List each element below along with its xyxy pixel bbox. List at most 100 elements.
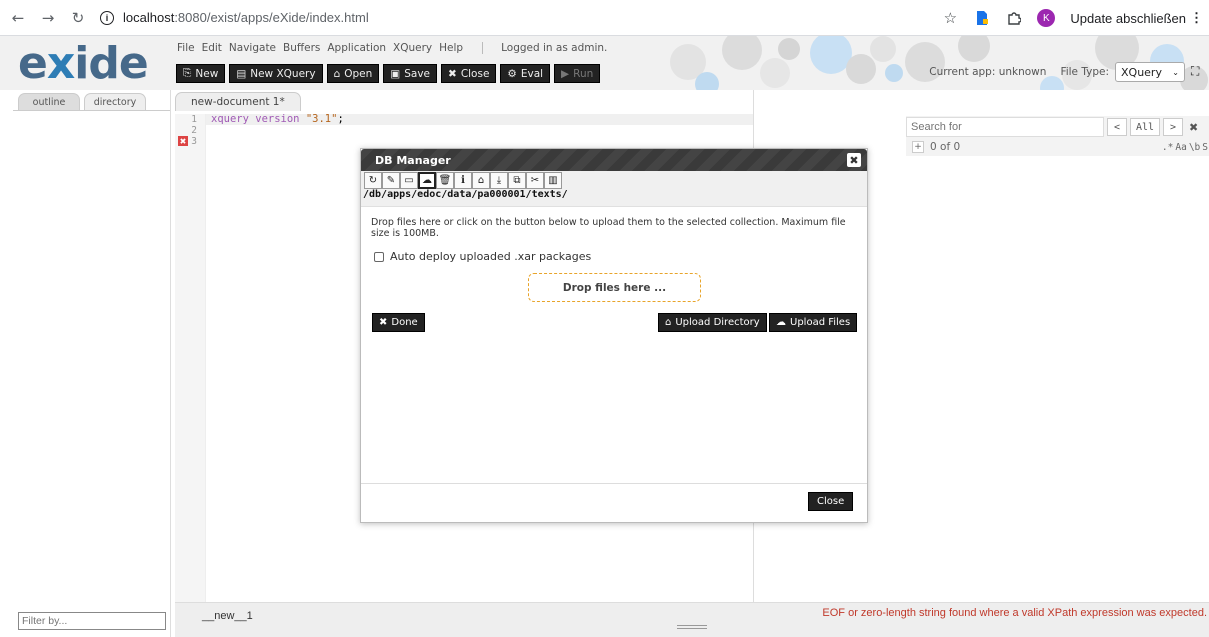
eval-button[interactable]: ⚙ Eval [500, 64, 551, 83]
auto-deploy-checkbox[interactable]: Auto deploy uploaded .xar packages [374, 250, 591, 263]
code-string: "3.1" [305, 113, 338, 125]
menu-edit[interactable]: Edit [202, 42, 222, 54]
update-label: Update abschließen [1070, 10, 1186, 26]
main-toolbar: ⎘ New ▤ New XQuery ⌂ Open ▣ Save ✖ Close ⚙ Eva… [176, 64, 601, 83]
search-options: + 0 of 0 .* Aa \b S [906, 138, 1209, 156]
open-folder-icon[interactable]: ⌂ [472, 172, 490, 189]
file-type-value: XQuery [1121, 65, 1162, 79]
line-number: 1 [191, 114, 197, 125]
extension-icon[interactable] [966, 6, 998, 30]
fullscreen-icon[interactable]: ⛶ [1191, 64, 1209, 80]
edit-icon[interactable]: ✎ [382, 172, 400, 189]
sidebar: outline directory [13, 90, 171, 637]
save-button[interactable]: ▣ Save [383, 64, 437, 83]
done-label: Done [391, 317, 418, 328]
update-button[interactable]: Update abschließen ⋮ [1070, 10, 1203, 26]
chevron-down-icon: ⌄ [1172, 67, 1179, 77]
selection-toggle[interactable]: S [1202, 142, 1208, 153]
dialog-titlebar[interactable]: DB Manager ✖ [361, 149, 867, 171]
info-icon[interactable]: i [454, 172, 472, 189]
run-button[interactable]: ▶ Run [554, 64, 601, 83]
sidebar-tabs: outline directory [13, 90, 170, 110]
search-all-button[interactable]: All [1130, 118, 1160, 136]
kebab-menu-icon[interactable]: ⋮ [1190, 10, 1203, 26]
search-prev-icon[interactable]: < [1107, 118, 1127, 136]
menu-bar: File Edit Navigate Buffers Application X… [177, 42, 607, 54]
upload-directory-label: Upload Directory [675, 317, 760, 328]
back-arrow-icon[interactable]: ← [6, 6, 30, 30]
done-button[interactable]: ✖ Done [372, 313, 425, 332]
tab-new-document[interactable]: new-document 1* [175, 92, 301, 111]
new-xquery-label: New XQuery [250, 67, 316, 80]
save-icon: ▣ [390, 67, 401, 80]
copy-icon[interactable]: ⧉ [508, 172, 526, 189]
open-label: Open [344, 67, 373, 80]
status-error: EOF or zero-length string found where a … [822, 607, 1207, 619]
menu-file[interactable]: File [177, 42, 195, 54]
file-type-label: File Type: [1060, 66, 1109, 78]
new-button[interactable]: ⎘ New [176, 64, 226, 83]
case-toggle[interactable]: Aa [1175, 142, 1186, 153]
download-icon[interactable]: ⤓ [490, 172, 508, 189]
file-type-select[interactable]: XQuery ⌄ [1115, 62, 1185, 82]
search-count: 0 of 0 [930, 141, 961, 153]
dialog-close-button[interactable]: Close [808, 492, 854, 511]
drop-zone[interactable]: Drop files here ... [528, 273, 701, 302]
sidebar-content [13, 110, 170, 612]
forward-arrow-icon[interactable]: → [36, 6, 60, 30]
app-header: exide File Edit Navigate Buffers Applica… [0, 36, 1209, 90]
site-info-icon[interactable]: i [100, 10, 114, 25]
code-keyword: xquery version [211, 113, 300, 125]
resize-handle[interactable] [677, 625, 707, 629]
open-button[interactable]: ⌂ Open [326, 64, 380, 83]
editor-tabs: new-document 1* [175, 92, 301, 114]
current-app-label: Current app: unknown [929, 66, 1047, 78]
upload-cloud-icon: ☁ [776, 317, 786, 328]
close-button[interactable]: ✖ Close [441, 64, 497, 83]
filter-input[interactable] [18, 612, 166, 630]
save-label: Save [404, 67, 430, 80]
whole-word-toggle[interactable]: \b [1189, 142, 1200, 153]
menu-application[interactable]: Application [327, 42, 386, 54]
checkbox-box[interactable] [374, 251, 384, 262]
browser-toolbar: ← → ↻ i localhost:8080/exist/apps/eXide/… [0, 0, 1209, 36]
search-input[interactable] [906, 117, 1104, 137]
new-xquery-button[interactable]: ▤ New XQuery [229, 64, 323, 83]
cut-icon[interactable]: ✂ [526, 172, 544, 189]
tab-outline[interactable]: outline [18, 93, 80, 110]
dialog-divider [361, 206, 867, 207]
trash-icon[interactable]: 🗑 [436, 172, 454, 189]
search-close-icon[interactable]: ✖ [1189, 121, 1198, 134]
menu-buffers[interactable]: Buffers [283, 42, 320, 54]
menu-navigate[interactable]: Navigate [229, 42, 276, 54]
upload-files-label: Upload Files [790, 317, 851, 328]
replace-toggle-icon[interactable]: + [912, 141, 924, 153]
menu-help[interactable]: Help [439, 42, 463, 54]
upload-directory-button[interactable]: ⌂ Upload Directory [658, 313, 767, 332]
paste-icon[interactable]: ▥ [544, 172, 562, 189]
xquery-file-icon: ▤ [236, 67, 247, 80]
header-right: Current app: unknown File Type: XQuery ⌄… [929, 62, 1209, 82]
new-folder-icon[interactable]: ▭ [400, 172, 418, 189]
status-bar: __new__1 EOF or zero-length string found… [175, 602, 1209, 637]
url-path: :8080/exist/apps/eXide/index.html [174, 10, 369, 25]
close-icon: ✖ [379, 317, 388, 328]
upload-files-button[interactable]: ☁ Upload Files [769, 313, 858, 332]
folder-open-icon: ⌂ [333, 67, 341, 80]
exide-logo: exide [18, 38, 149, 89]
close-icon: ✖ [448, 67, 457, 80]
reload-icon[interactable]: ↻ [66, 6, 90, 30]
search-next-icon[interactable]: > [1163, 118, 1183, 136]
upload-instructions: Drop files here or click on the button b… [371, 217, 846, 239]
upload-cloud-icon[interactable]: ☁ [418, 172, 436, 189]
profile-avatar[interactable]: K [1037, 9, 1056, 27]
extensions-puzzle-icon[interactable] [998, 6, 1030, 30]
regex-toggle[interactable]: .* [1162, 142, 1173, 153]
dialog-close-icon[interactable]: ✖ [847, 153, 861, 167]
refresh-icon[interactable]: ↻ [364, 172, 382, 189]
tab-directory[interactable]: directory [84, 93, 146, 110]
address-bar[interactable]: i localhost:8080/exist/apps/eXide/index.… [100, 10, 369, 25]
bookmark-star-icon[interactable]: ☆ [934, 6, 966, 30]
menu-xquery[interactable]: XQuery [393, 42, 432, 54]
login-status[interactable]: Logged in as admin. [482, 42, 607, 54]
